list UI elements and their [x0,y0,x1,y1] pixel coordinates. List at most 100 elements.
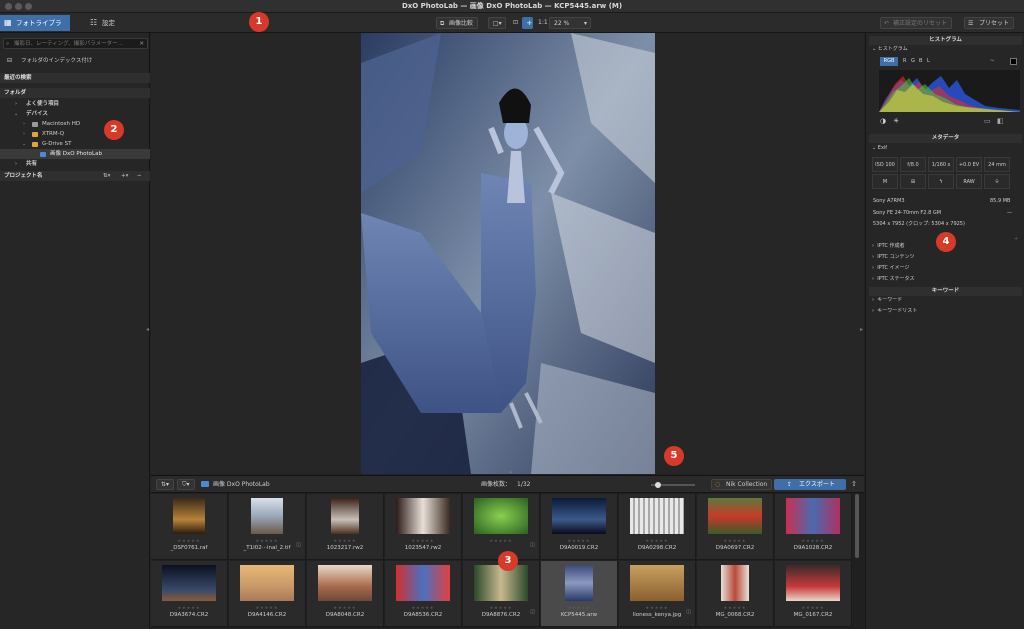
rating-stars[interactable]: ★★★★★ [385,605,461,610]
nik-collection-button[interactable]: ◌ Nik Collection [711,479,773,490]
favorites-row[interactable]: › よく使う項目 [0,99,150,109]
add-project-icon[interactable]: +▾ [121,171,128,181]
slider-handle[interactable] [655,482,661,488]
rating-stars[interactable]: ★★★★★ [697,538,773,543]
clear-search-icon[interactable]: ✕ [139,39,144,49]
rating-stars[interactable]: ★★★★★ [697,605,773,610]
folder-dxo-photolab[interactable]: 画像 DxO PhotoLab [0,149,150,159]
histogram-header[interactable]: ヒストグラム [869,36,1022,45]
share-icon[interactable]: ⇧ [851,480,857,488]
thumbnail[interactable]: ★★★★★ ◫ [463,494,540,560]
collapse-filmstrip-icon[interactable]: ▴ [509,468,512,475]
thumbnail[interactable]: ★★★★★ D9A8876.CR2 ◫ [463,561,540,627]
rating-stars[interactable]: ★★★★★ [385,538,461,543]
thumbnail[interactable]: ★★★★★ 1023217.rw2 [307,494,384,560]
remove-project-icon[interactable]: − [137,171,142,181]
thumbnail[interactable]: ★★★★★ D9A3674.CR2 [151,561,228,627]
rating-stars[interactable]: ★★★★★ [307,605,383,610]
crop-view-button[interactable]: ⊡ [509,17,520,29]
rating-stars[interactable]: ★★★★★ [775,538,851,543]
rating-stars[interactable]: ★★★★★ [619,538,695,543]
presets-button[interactable]: ☰ プリセット [964,17,1015,29]
channel-r[interactable]: R [903,58,906,65]
thumbnail[interactable]: ★★★★★ D9A8536.CR2 [385,561,462,627]
channel-b[interactable]: B [919,58,922,65]
thumbnail[interactable]: ★★★★★ D9A8048.CR2 [307,561,384,627]
thumbnail[interactable]: ★★★★★ D9A0019.CR2 [541,494,618,560]
thumb-filename: 1023547.rw2 [404,545,442,551]
add-metadata-icon[interactable]: + [1014,236,1018,243]
shared-row[interactable]: › 共有 [0,159,150,169]
rating-stars[interactable]: ★★★★★ [619,605,695,610]
thumbnail-size-slider[interactable] [651,482,695,488]
export-button[interactable]: ⇪ エクスポート [774,479,846,490]
display-icon[interactable]: ▭ [984,118,991,125]
highlight-clip-icon[interactable]: ☀ [893,118,899,125]
iptc-status-row[interactable]: › IPTC ステータス [872,276,915,283]
zoom-select[interactable]: 22 % ▾ [549,17,591,29]
filter-dropdown[interactable]: ⛉▾ [177,479,195,490]
folder-xtrm-q[interactable]: › XTRM-Q [0,129,150,139]
collapse-right-icon[interactable]: ▸ [860,326,863,333]
chevron-down-icon: ⌄ [22,141,27,147]
rating-stars[interactable]: ★★★★★ [151,605,227,610]
thumbnail[interactable]: ★★★★★ D9A4146.CR2 [229,561,306,627]
thumbnail[interactable]: ★★★★★ D9A0298.CR2 [619,494,696,560]
channel-g[interactable]: G [911,58,915,65]
iptc-creator-row[interactable]: › IPTC 作成者 [872,243,905,250]
channel-rgb[interactable]: RGB [880,57,898,66]
black-point-swatch[interactable] [1010,58,1017,65]
compare-button[interactable]: ⧉ 画像比較 [436,17,479,29]
thumbnail[interactable]: ★★★★★ lioness_kenya.jpg ◫ [619,561,696,627]
rating-stars[interactable]: ★★★★★ [541,605,617,610]
rating-stars[interactable]: ★★★★★ [151,538,227,543]
exif-toggle[interactable]: ⌄ Exif [872,145,887,152]
keywords-header[interactable]: キーワード [869,287,1022,296]
metadata-header[interactable]: メタデータ [869,134,1022,143]
thumbnail[interactable]: ★★★★★ MG_0068.CR2 [697,561,774,627]
filmstrip-scrollbar[interactable] [855,494,859,558]
reset-corrections-button[interactable]: ↶ 補正設定のリセット [880,17,953,29]
recent-searches-header[interactable]: 最近の検索 [0,73,150,83]
devices-row[interactable]: ⌄ デバイス [0,109,150,119]
keywords-row[interactable]: › キーワード [872,297,902,304]
folders-header[interactable]: フォルダ [0,88,150,98]
folder-macintosh-hd[interactable]: › Macintosh HD [0,119,150,129]
thumbnail[interactable]: ★★★★★ 1023547.rw2 [385,494,462,560]
keyword-list-row[interactable]: › キーワードリスト [872,308,917,315]
shadow-clip-icon[interactable]: ◑ [880,118,886,125]
photo-image [361,33,655,474]
rating-stars[interactable]: ★★★★★ [463,605,539,610]
thumbnail[interactable]: ★★★★★ D9A1028.CR2 [775,494,852,560]
thumbnail[interactable]: ★★★★★ MG_0167.CR2 [775,561,852,627]
rating-stars[interactable]: ★★★★★ [775,605,851,610]
thumbnail-selected[interactable]: ★★★★★ KCP5445.arw [541,561,618,627]
iptc-image-row[interactable]: › IPTC イメージ [872,265,909,272]
iptc-content-row[interactable]: › IPTC コンテンツ [872,254,915,261]
channel-l[interactable]: L [927,58,930,65]
tab-photolibrary[interactable]: ▦ フォトライブラリ [0,15,70,43]
histogram-toggle[interactable]: ⌄ ヒストグラム [872,46,908,53]
projects-header[interactable]: プロジェクト名 ⇅▾ +▾ − [0,171,150,181]
clip-warning-icon[interactable]: ⤳ [990,58,994,65]
fit-button[interactable]: ✛ [522,17,533,29]
thumbnail[interactable]: ★★★★★ _DSF0761.raf [151,494,228,560]
sort-icon[interactable]: ⇅▾ [103,171,110,181]
rating-stars[interactable]: ★★★★★ [229,538,305,543]
index-folder-button[interactable]: ⊟ フォルダのインデックス付け [0,56,150,66]
rating-stars[interactable]: ★★★★★ [229,605,305,610]
main-photo[interactable] [361,33,655,474]
sort-dropdown[interactable]: ⇅▾ [156,479,175,490]
rating-stars[interactable]: ★★★★★ [463,538,539,543]
exif-shutter: 1/160 s [928,157,954,172]
rating-stars[interactable]: ★★★★★ [307,538,383,543]
collapse-left-icon[interactable]: ◂ [146,326,149,333]
soft-proof-icon[interactable]: ◧ [997,118,1004,125]
thumbnail[interactable]: ★★★★★ D9A0697.CR2 [697,494,774,560]
rating-stars[interactable]: ★★★★★ [541,538,617,543]
thumbnail[interactable]: ★★★★★ _T1I02···inal_2.tif ◫ [229,494,306,560]
search-input[interactable]: ⌕ 撮影日、レーティング、撮影パラメーター... ✕ [3,38,148,49]
view-mode-dropdown[interactable]: □▾ [488,17,506,29]
folder-g-drive-st[interactable]: ⌄ G-Drive ST [0,139,150,149]
tab-settings[interactable]: ☷ 設定 [86,15,132,31]
